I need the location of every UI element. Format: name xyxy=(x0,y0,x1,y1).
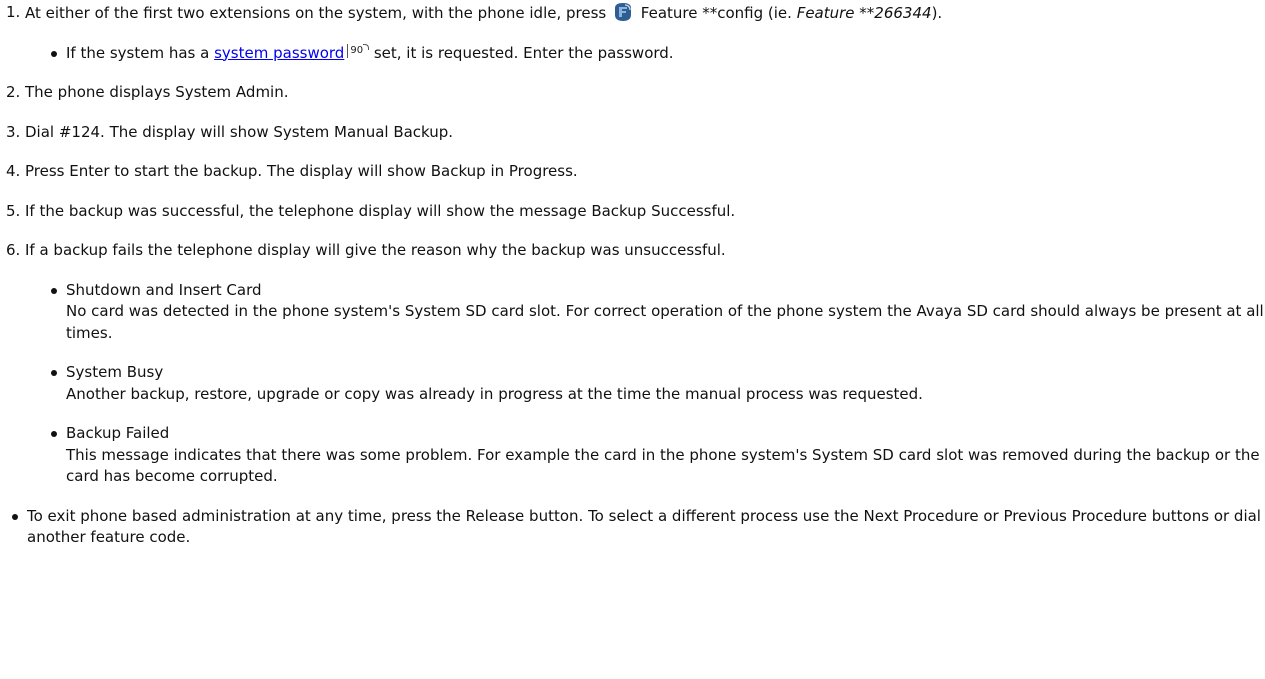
step-3-text: Dial #124. The display will show System … xyxy=(25,122,454,141)
reason-description: This message indicates that there was so… xyxy=(66,445,1260,486)
step-4-text: Press Enter to start the backup. The dis… xyxy=(25,162,578,180)
exit-note-list: To exit phone based administration at an… xyxy=(6,506,1265,549)
step-3: 3. Dial #124. The display will show Syst… xyxy=(6,122,1265,144)
reason-title: Backup Failed xyxy=(66,424,170,442)
list-item: Backup Failed This message indicates tha… xyxy=(45,423,1265,488)
feature-code-example: Feature **266344 xyxy=(796,4,932,22)
document-body: 1. At either of the first two extensions… xyxy=(0,0,1265,549)
step-number: 3. xyxy=(6,122,21,141)
step-6-text: If a backup fails the telephone display … xyxy=(25,241,726,259)
failure-reasons-list: Shutdown and Insert Card No card was det… xyxy=(45,280,1265,488)
step-number: 1. xyxy=(6,3,21,21)
list-item: System Busy Another backup, restore, upg… xyxy=(45,362,1265,405)
list-item: If the system has a system password 90 se… xyxy=(45,43,1265,65)
step-number: 2. xyxy=(6,83,21,101)
step-number: 5. xyxy=(6,201,21,220)
step-2: 2. The phone displays System Admin. xyxy=(6,82,1265,104)
reason-description: No card was detected in the phone system… xyxy=(66,302,1264,342)
exit-note: To exit phone based administration at an… xyxy=(6,506,1265,549)
step-2-text: The phone displays System Admin. xyxy=(25,83,289,101)
step-1: 1. At either of the first two extensions… xyxy=(6,2,1265,64)
password-note-end: set, it is requested. Enter the password… xyxy=(369,43,674,62)
step-5-text: If the backup was successful, the teleph… xyxy=(25,201,736,220)
step-6: 6. If a backup fails the telephone displ… xyxy=(6,240,1265,488)
list-item: Shutdown and Insert Card No card was det… xyxy=(45,280,1265,345)
step-1-text: At either of the first two extensions on… xyxy=(25,4,607,22)
reason-title: Shutdown and Insert Card xyxy=(66,280,262,299)
step-1-feature-text: Feature **config (ie. xyxy=(640,4,797,22)
step-5: 5. If the backup was successful, the tel… xyxy=(6,201,1265,223)
step-number: 4. xyxy=(6,162,21,180)
page-reference[interactable]: 90 xyxy=(347,43,369,58)
system-password-link[interactable]: system password xyxy=(214,44,344,62)
step-number: 6. xyxy=(6,241,21,259)
step-4: 4. Press Enter to start the backup. The … xyxy=(6,161,1265,183)
password-note-start: If the system has a xyxy=(66,43,215,62)
feature-key-icon xyxy=(615,3,631,21)
step-1-bullets: If the system has a system password 90 se… xyxy=(45,43,1265,65)
reason-description: Another backup, restore, upgrade or copy… xyxy=(66,384,923,403)
reason-title: System Busy xyxy=(66,363,164,381)
step-1-end: ). xyxy=(931,4,943,22)
